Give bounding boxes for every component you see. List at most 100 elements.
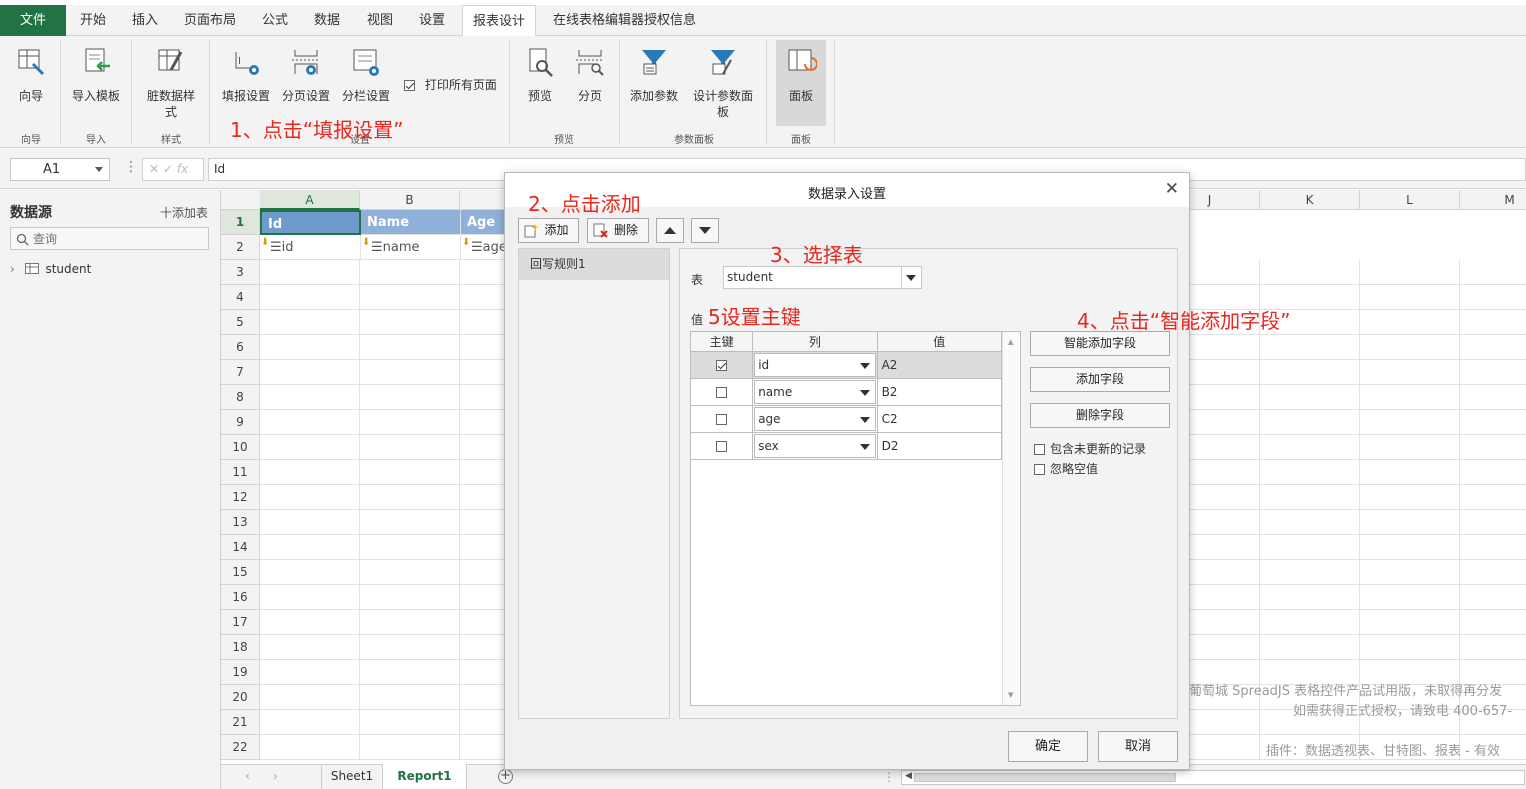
row-header-15[interactable]: 15 <box>221 560 260 585</box>
tab-report-design[interactable]: 报表设计 <box>462 5 537 37</box>
tab-home[interactable]: 开始 <box>70 5 116 36</box>
design-param-panel-button[interactable]: 设计参数面板 <box>690 46 756 120</box>
table-dropdown-arrow[interactable] <box>901 267 921 288</box>
grid-cell[interactable] <box>1460 310 1526 335</box>
move-up-button[interactable] <box>656 218 684 243</box>
grid-cell[interactable] <box>1260 260 1360 285</box>
scroll-down-icon[interactable]: ▼ <box>1008 691 1013 699</box>
grid-cell[interactable] <box>1360 410 1460 435</box>
panel-button[interactable]: 面板 <box>776 40 826 126</box>
row-header-17[interactable]: 17 <box>221 610 260 635</box>
grid-cell[interactable] <box>260 660 360 685</box>
mapping-row[interactable]: age C2 <box>689 405 1003 433</box>
tab-data[interactable]: 数据 <box>304 5 350 36</box>
import-template-button[interactable]: 导入模板 <box>66 46 126 104</box>
column-header-b[interactable]: B <box>360 190 460 210</box>
row-header-1[interactable]: 1 <box>221 210 260 235</box>
horizontal-scrollbar[interactable]: ◀ <box>901 770 1525 785</box>
grid-cell[interactable] <box>1360 610 1460 635</box>
grid-cell[interactable] <box>1260 635 1360 660</box>
grid-cell[interactable] <box>1260 585 1360 610</box>
grid-cell[interactable] <box>1260 335 1360 360</box>
tab-settings[interactable]: 设置 <box>409 5 455 36</box>
column-header-k[interactable]: K <box>1260 190 1360 210</box>
grid-cell[interactable] <box>360 535 460 560</box>
wizard-button[interactable]: 向导 <box>8 46 54 104</box>
add-sheet-icon[interactable]: + <box>498 769 513 784</box>
include-unupdated-checkbox[interactable] <box>1034 444 1045 455</box>
formula-actions[interactable]: ✕ ✓ fx <box>142 158 204 181</box>
grid-cell[interactable] <box>1360 360 1460 385</box>
cell-b1[interactable]: Name <box>361 210 461 235</box>
value-cell[interactable]: D2 <box>876 432 1003 460</box>
grid-cell[interactable] <box>260 385 360 410</box>
smart-add-field-button[interactable]: 智能添加字段 <box>1030 331 1170 356</box>
grid-cell[interactable] <box>260 560 360 585</box>
primary-key-checkbox[interactable] <box>716 441 728 452</box>
row-header-18[interactable]: 18 <box>221 635 260 660</box>
value-cell[interactable]: B2 <box>876 378 1003 406</box>
grid-cell[interactable] <box>360 435 460 460</box>
name-box[interactable]: A1 <box>10 158 110 181</box>
scroll-thumb[interactable] <box>914 773 1176 782</box>
column-select[interactable]: sex <box>754 434 876 458</box>
prev-sheet-icon[interactable]: ‹ <box>245 769 250 783</box>
grid-cell[interactable] <box>1360 535 1460 560</box>
grid-cell[interactable] <box>360 660 460 685</box>
tab-page-layout[interactable]: 页面布局 <box>174 5 246 36</box>
paging-button[interactable]: 分页 <box>568 46 612 104</box>
grid-cell[interactable] <box>1360 260 1460 285</box>
grid-cell[interactable] <box>1360 310 1460 335</box>
grid-cell[interactable] <box>260 510 360 535</box>
grid-cell[interactable] <box>1260 410 1360 435</box>
sheet-tab-report1[interactable]: Report1 <box>383 764 467 789</box>
table-select[interactable]: student <box>723 266 922 289</box>
row-header-4[interactable]: 4 <box>221 285 260 310</box>
cell-a2[interactable]: ⬇ ☰id <box>260 235 361 260</box>
grid-cell[interactable] <box>1460 560 1526 585</box>
grid-cell[interactable] <box>1360 460 1460 485</box>
grid-cell[interactable] <box>260 535 360 560</box>
grid-cell[interactable] <box>1460 510 1526 535</box>
grid-cell[interactable] <box>1260 610 1360 635</box>
grid-cell[interactable] <box>1460 485 1526 510</box>
add-table-button[interactable]: 十添加表 <box>160 204 208 221</box>
grid-cell[interactable] <box>1260 435 1360 460</box>
vertical-scrollbar[interactable]: ▲ ▼ <box>1002 332 1020 705</box>
grid-cell[interactable] <box>1360 635 1460 660</box>
fill-settings-button[interactable]: I 填报设置 <box>218 46 274 104</box>
row-header-19[interactable]: 19 <box>221 660 260 685</box>
grid-cell[interactable] <box>360 510 460 535</box>
row-header-12[interactable]: 12 <box>221 485 260 510</box>
grid-cell[interactable] <box>360 485 460 510</box>
grid-cell[interactable] <box>360 385 460 410</box>
row-header-13[interactable]: 13 <box>221 510 260 535</box>
grid-cell[interactable] <box>360 635 460 660</box>
column-header-l[interactable]: L <box>1360 190 1460 210</box>
grid-cell[interactable] <box>260 285 360 310</box>
grid-cell[interactable] <box>360 285 460 310</box>
grid-cell[interactable] <box>260 410 360 435</box>
tree-item-student[interactable]: › student <box>10 262 91 276</box>
grid-cell[interactable] <box>260 435 360 460</box>
grid-cell[interactable] <box>260 260 360 285</box>
row-header-10[interactable]: 10 <box>221 435 260 460</box>
grid-cell[interactable] <box>1260 510 1360 535</box>
grid-cell[interactable] <box>1460 460 1526 485</box>
add-rule-button[interactable]: 添加 <box>518 218 579 243</box>
grid-cell[interactable] <box>1360 335 1460 360</box>
primary-key-checkbox[interactable] <box>716 387 728 398</box>
column-header-a[interactable]: A <box>260 190 360 210</box>
primary-key-checkbox[interactable] <box>716 414 728 425</box>
dirty-style-button[interactable]: 脏数据样式 <box>140 46 202 120</box>
row-header-3[interactable]: 3 <box>221 260 260 285</box>
search-box[interactable] <box>10 227 209 250</box>
tab-formula[interactable]: 公式 <box>252 5 298 36</box>
move-down-button[interactable] <box>691 218 719 243</box>
tab-view[interactable]: 视图 <box>357 5 403 36</box>
grid-cell[interactable] <box>1460 535 1526 560</box>
next-sheet-icon[interactable]: › <box>273 769 278 783</box>
scroll-left-icon[interactable]: ◀ <box>905 771 912 781</box>
cell-a1[interactable]: Id <box>260 210 361 235</box>
ok-button[interactable]: 确定 <box>1008 731 1088 762</box>
